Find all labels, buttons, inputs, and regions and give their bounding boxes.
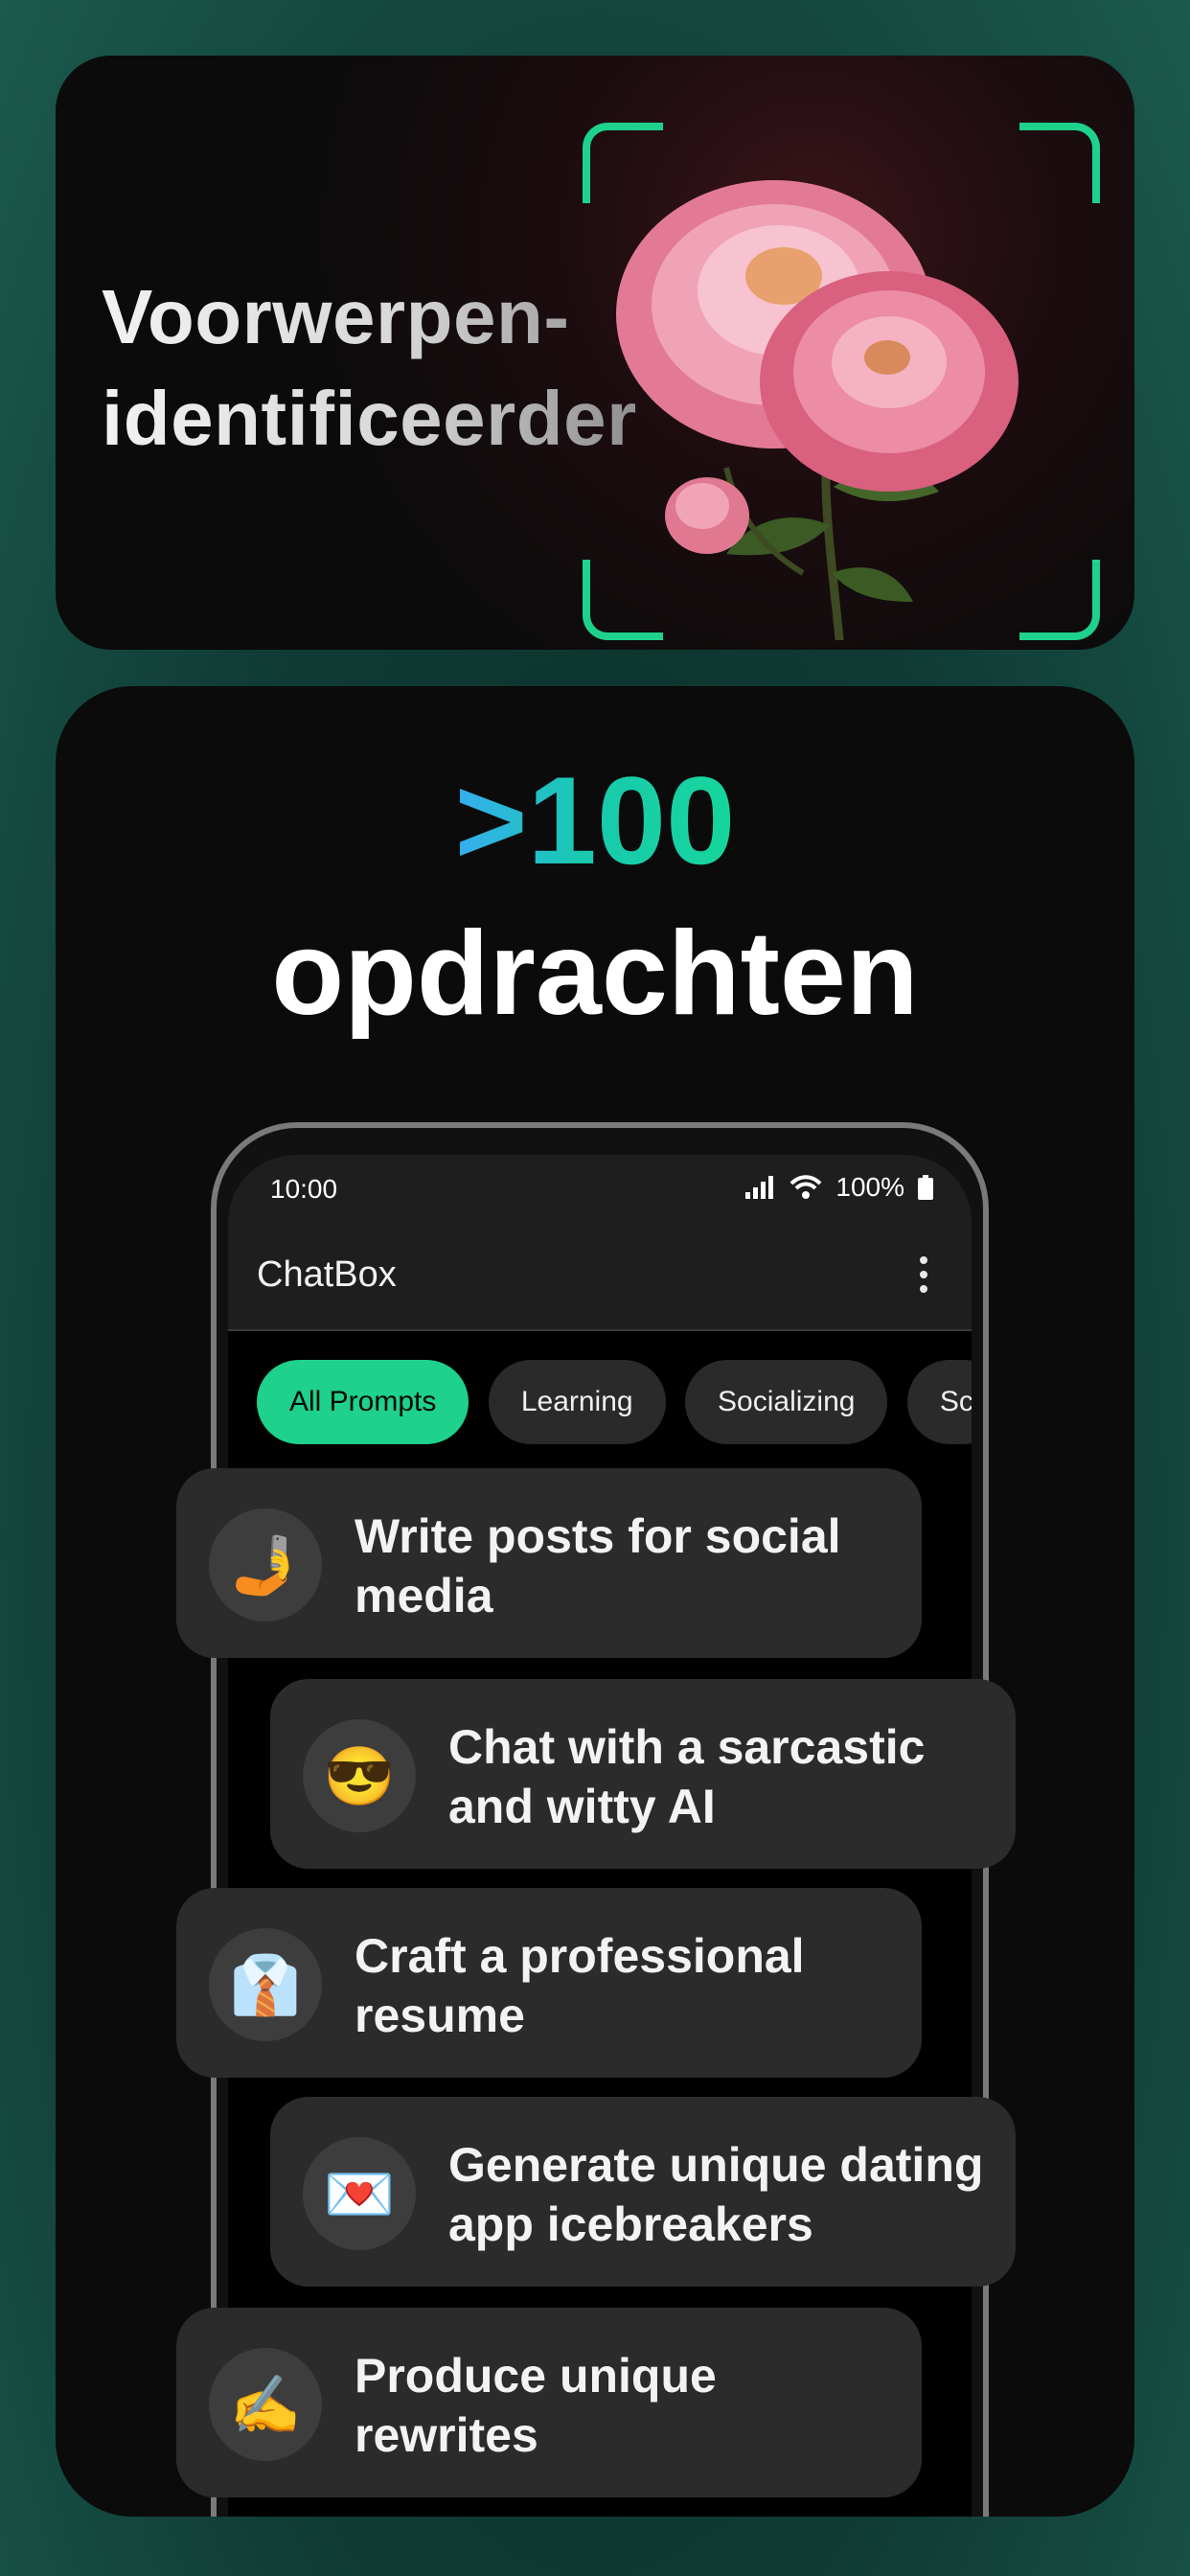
chip-all-prompts[interactable]: All Prompts (257, 1360, 469, 1444)
prompt-card[interactable]: 💌 Generate unique dating app icebreakers (270, 2097, 1016, 2287)
feature-title-line2: identificeerder (102, 376, 637, 461)
prompt-count: >100 (454, 750, 736, 890)
prompt-card[interactable]: ✍️ Produce unique rewrites (176, 2308, 922, 2497)
app-title: ChatBox (257, 1254, 397, 1295)
scan-corner-top-left (583, 123, 663, 203)
prompts-card: >100 opdrachten 10:00 100% ChatBox All P… (56, 686, 1134, 2517)
prompt-count-headline: >100 (56, 753, 1134, 887)
chip-socializing[interactable]: Socializing (685, 1360, 888, 1444)
necktie-icon: 👔 (209, 1928, 322, 2041)
prompt-card[interactable]: 🤳 Write posts for social media (176, 1468, 922, 1658)
scan-frame (583, 123, 1100, 640)
scan-corner-bottom-left (583, 560, 663, 640)
app-bar: ChatBox (228, 1218, 972, 1331)
status-indicators: 100% (744, 1172, 933, 1203)
wifi-icon (790, 1175, 822, 1199)
love-letter-icon: 💌 (303, 2137, 416, 2250)
chip-partial[interactable]: Sc (906, 1360, 972, 1444)
prompt-label: Write posts for social media (355, 1509, 841, 1622)
chip-learning[interactable]: Learning (488, 1360, 666, 1444)
prompt-label: Produce unique rewrites (355, 2349, 717, 2462)
prompt-label: Chat with a sarcastic and witty AI (448, 1720, 926, 1833)
feature-title-line1: Voorwerpen- (102, 274, 570, 359)
scan-corner-top-right (1019, 123, 1100, 203)
status-time: 10:00 (270, 1174, 338, 1204)
prompt-card[interactable]: 😎 Chat with a sarcastic and witty AI (270, 1679, 1016, 1869)
more-menu-icon[interactable] (918, 1253, 929, 1299)
battery-icon (918, 1175, 933, 1200)
scan-corner-bottom-right (1019, 560, 1100, 640)
prompt-card[interactable]: 👔 Craft a professional resume (176, 1888, 922, 2078)
selfie-icon: 🤳 (209, 1508, 322, 1622)
sunglasses-face-icon: 😎 (303, 1719, 416, 1832)
feature-title: Voorwerpen- identificeerder (102, 266, 637, 470)
category-chips: All Prompts Learning Socializing Sc (257, 1360, 972, 1446)
feature-card: Voorwerpen- identificeerder (56, 56, 1134, 650)
battery-percent: 100% (835, 1172, 904, 1202)
writing-hand-icon: ✍️ (209, 2348, 322, 2461)
prompt-label: Generate unique dating app icebreakers (448, 2138, 984, 2251)
prompts-headline: opdrachten (271, 908, 919, 1040)
signal-icon (745, 1176, 774, 1199)
prompt-label: Craft a professional resume (355, 1929, 805, 2042)
status-bar: 10:00 100% (228, 1155, 972, 1218)
